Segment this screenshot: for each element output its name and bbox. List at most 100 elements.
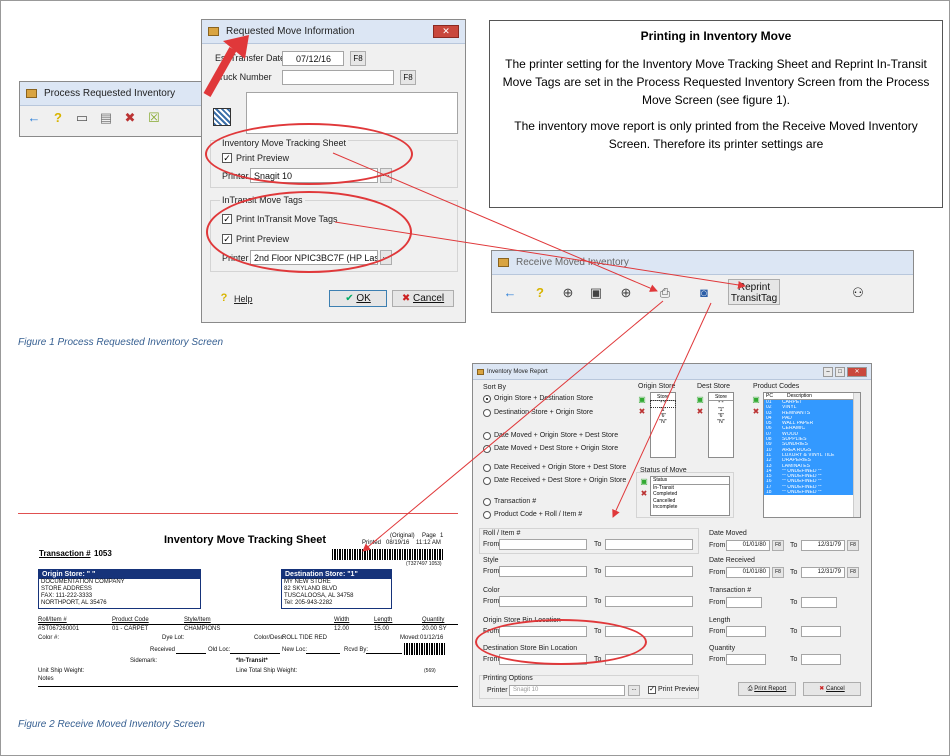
app-icon xyxy=(498,258,509,267)
truck-number-field[interactable] xyxy=(282,70,394,85)
f8-button[interactable]: F8 xyxy=(847,567,859,578)
cancel-button[interactable]: ✖ Cancel xyxy=(392,290,454,307)
status-item[interactable]: Incomplete xyxy=(653,504,729,511)
roll-from-field[interactable] xyxy=(499,539,587,550)
back-arrow-icon[interactable]: ← xyxy=(502,285,518,301)
status-list[interactable]: Status In-Transit Completed Cancelled In… xyxy=(650,476,730,516)
store-item[interactable]: "N" xyxy=(709,419,733,425)
move-icon[interactable]: ▤ xyxy=(98,110,114,126)
new-icon[interactable]: ⊕ xyxy=(560,285,576,301)
top-rule xyxy=(18,513,458,514)
receive-icon[interactable]: ▣ xyxy=(588,285,604,301)
product-codes-list[interactable]: PC Description 01 CARPET 02 VINYL 03 REMNANTS 0… xyxy=(763,392,861,518)
style-from-field[interactable] xyxy=(499,566,587,577)
f8-button[interactable]: F8 xyxy=(772,540,784,551)
scrollbar[interactable] xyxy=(853,393,860,517)
from-label: From xyxy=(483,541,500,548)
close-button[interactable]: ✕ xyxy=(847,367,867,377)
date-moved-from-field[interactable]: 01/01/80 xyxy=(726,540,770,551)
window-title: Process Requested Inventory xyxy=(44,88,176,99)
sort-option-3: Date Moved + Origin Store + Dest Store xyxy=(494,432,619,439)
print-report-button[interactable]: ⎙ Print Report xyxy=(738,682,796,696)
edit-icon[interactable]: ▭ xyxy=(74,110,90,126)
title-bar: Requested Move Information xyxy=(202,20,465,44)
add-icon[interactable]: ⊕ xyxy=(618,285,634,301)
clear-icon[interactable]: ✖ xyxy=(751,404,761,420)
clear-icon[interactable]: ✖ xyxy=(639,486,649,502)
help-icon[interactable]: ? xyxy=(532,285,548,301)
binoculars-icon[interactable]: ⚇ xyxy=(850,285,866,301)
f8-button-truck[interactable]: F8 xyxy=(400,70,416,85)
printer-browse-button[interactable]: ... xyxy=(628,685,640,696)
sort-radio-6[interactable] xyxy=(483,477,491,485)
back-arrow-icon[interactable]: ← xyxy=(26,110,42,126)
sort-radio-7[interactable] xyxy=(483,498,491,506)
origin-store-list[interactable]: Store " " "1" "6" "N" xyxy=(650,392,676,458)
clear-icon[interactable]: ✖ xyxy=(695,404,705,420)
printer-icon[interactable]: ⎙ xyxy=(657,285,673,301)
transaction-to-field[interactable] xyxy=(801,597,837,608)
ok-label: OK xyxy=(356,293,371,304)
color-to-field[interactable] xyxy=(605,596,693,607)
reprint-line-1: Reprint xyxy=(737,282,771,293)
date-received-to-field[interactable]: 12/31/79 xyxy=(801,567,845,578)
cancel-button[interactable]: ✖ Cancel xyxy=(803,682,861,696)
f8-button[interactable]: F8 xyxy=(350,51,366,66)
f8-button[interactable]: F8 xyxy=(772,567,784,578)
pattern-icon xyxy=(213,108,231,126)
minimize-button[interactable]: – xyxy=(823,367,833,377)
received-line xyxy=(176,653,206,654)
help-link[interactable]: Help xyxy=(234,294,253,304)
date-moved-to-field[interactable]: 12/31/79 xyxy=(801,540,845,551)
highlight-oval-tracking xyxy=(205,123,413,185)
length-from-field[interactable] xyxy=(726,626,766,637)
from-label: From xyxy=(483,568,500,575)
printed-label: Printed xyxy=(362,540,382,546)
quantity-to-field[interactable] xyxy=(801,654,841,665)
cancel-move-icon[interactable]: ☒ xyxy=(146,110,162,126)
transaction-from-field[interactable] xyxy=(726,597,762,608)
sort-radio-3[interactable] xyxy=(483,432,491,440)
product-description: WOOD xyxy=(782,431,799,437)
sort-radio-8[interactable] xyxy=(483,511,491,519)
style-to-field[interactable] xyxy=(605,566,693,577)
report-icon[interactable]: ◙ xyxy=(696,285,712,301)
sort-radio-5[interactable] xyxy=(483,464,491,472)
roll-to-field[interactable] xyxy=(605,539,693,550)
title-bar: Process Requested Inventory xyxy=(20,82,208,106)
f8-button[interactable]: F8 xyxy=(847,540,859,551)
quantity-from-field[interactable] xyxy=(726,654,766,665)
close-button[interactable]: ✕ xyxy=(433,25,459,38)
origin-line: FAX: 111-222-3333 xyxy=(41,593,93,599)
ok-button[interactable]: ✔ OK xyxy=(329,290,387,307)
est-transfer-date-field[interactable]: 07/12/16 xyxy=(282,51,344,66)
store-item[interactable]: "N" xyxy=(651,419,675,425)
transaction-number: 1053 xyxy=(94,549,112,558)
roll-item-label: Roll / Item # xyxy=(483,530,521,537)
color-from-field[interactable] xyxy=(499,596,587,607)
product-description: DRAPERIES xyxy=(782,458,811,464)
date-received-from-field[interactable]: 01/01/80 xyxy=(726,567,770,578)
product-code-row[interactable]: 18 ** UNDEFINED ** xyxy=(764,490,860,495)
product-description: ** UNDEFINED ** xyxy=(782,484,822,490)
to-label: To xyxy=(594,541,602,548)
delete-icon[interactable]: ✖ xyxy=(122,110,138,126)
help-icon[interactable]: ? xyxy=(50,110,66,126)
dest-store-list[interactable]: Store " " "1" "6" "N" xyxy=(708,392,734,458)
length-to-field[interactable] xyxy=(801,626,841,637)
to-label: To xyxy=(594,568,602,575)
sort-option-8: Product Code + Roll / Item # xyxy=(494,511,583,518)
store-col-header: Store xyxy=(709,394,733,401)
reprint-transit-tag-button[interactable]: Reprint TransitTag xyxy=(728,279,780,305)
clear-icon[interactable]: ✖ xyxy=(637,404,647,420)
maximize-button[interactable]: □ xyxy=(835,367,845,377)
sort-radio-2[interactable] xyxy=(483,409,491,417)
cancel-label: Cancel xyxy=(413,293,445,304)
dest-line: TUSCALOOSA, AL 34758 xyxy=(284,593,354,599)
printer-field[interactable]: Snagit 10 xyxy=(509,685,625,696)
sort-radio-1[interactable] xyxy=(483,395,491,403)
product-description: AREA RUGS xyxy=(782,447,812,453)
sort-radio-4[interactable] xyxy=(483,445,491,453)
col-style: Style/Item xyxy=(184,617,211,623)
print-preview-checkbox[interactable]: ✓ xyxy=(648,686,656,694)
